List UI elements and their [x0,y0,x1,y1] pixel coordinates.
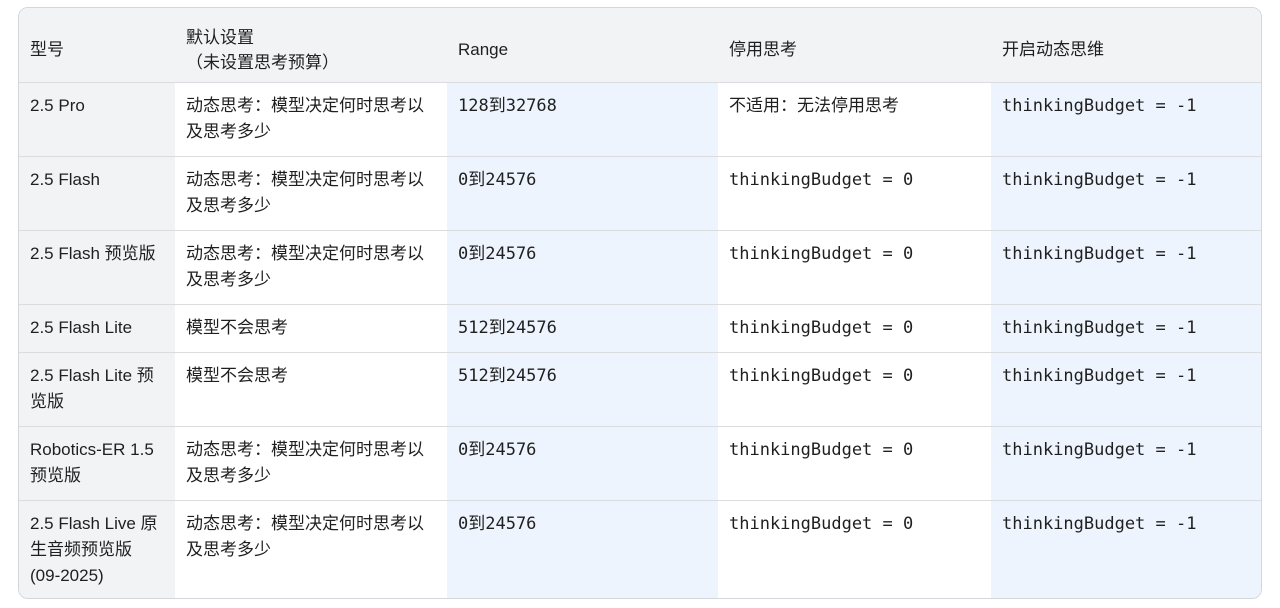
cell-default: 动态思考：模型决定何时思考以及思考多少 [175,499,447,598]
cell-default: 动态思考：模型决定何时思考以及思考多少 [175,229,447,304]
table-row: 2.5 Pro 动态思考：模型决定何时思考以及思考多少 128到32768 不适… [19,81,1261,156]
cell-range: 512到24576 [447,351,718,426]
cell-default: 模型不会思考 [175,303,447,352]
cell-default: 动态思考：模型决定何时思考以及思考多少 [175,155,447,230]
cell-model: 2.5 Flash Live 原生音频预览版 (09-2025) [19,499,175,598]
cell-model: 2.5 Flash Lite 预览版 [19,351,175,426]
table-header-row: 型号 默认设置 （未设置思考预算） Range 停用思考 开启动态思维 [19,8,1261,82]
cell-model: 2.5 Flash [19,155,175,230]
table-row: 2.5 Flash 动态思考：模型决定何时思考以及思考多少 0到24576 th… [19,155,1261,230]
cell-disable: 不适用：无法停用思考 [718,81,991,156]
header-default-line2: （未设置思考预算） [186,52,339,72]
cell-range: 0到24576 [447,155,718,230]
cell-range: 512到24576 [447,303,718,352]
table-row: Robotics-ER 1.5 预览版 动态思考：模型决定何时思考以及思考多少 … [19,425,1261,500]
cell-model: 2.5 Flash 预览版 [19,229,175,304]
table-row: 2.5 Flash Lite 模型不会思考 512到24576 thinking… [19,303,1261,352]
header-model: 型号 [30,40,64,60]
cell-disable: thinkingBudget = 0 [718,229,991,304]
cell-range: 0到24576 [447,425,718,500]
header-default-line1: 默认设置 [186,27,254,47]
cell-disable: thinkingBudget = 0 [718,425,991,500]
cell-range: 0到24576 [447,499,718,598]
cell-model: 2.5 Flash Lite [19,303,175,352]
cell-default: 动态思考：模型决定何时思考以及思考多少 [175,81,447,156]
header-dynamic: 开启动态思维 [1002,40,1104,60]
cell-range: 128到32768 [447,81,718,156]
cell-dynamic: thinkingBudget = -1 [991,499,1261,598]
cell-dynamic: thinkingBudget = -1 [991,229,1261,304]
thinking-budget-table-container: 型号 默认设置 （未设置思考预算） Range 停用思考 开启动态思维 2.5 … [18,7,1262,599]
cell-dynamic: thinkingBudget = -1 [991,425,1261,500]
header-disable: 停用思考 [729,40,797,60]
cell-dynamic: thinkingBudget = -1 [991,303,1261,352]
cell-default: 动态思考：模型决定何时思考以及思考多少 [175,425,447,500]
cell-dynamic: thinkingBudget = -1 [991,351,1261,426]
cell-dynamic: thinkingBudget = -1 [991,155,1261,230]
header-range: Range [458,40,509,60]
cell-model: 2.5 Pro [19,81,175,156]
header-default: 默认设置 （未设置思考预算） [175,8,447,82]
cell-range: 0到24576 [447,229,718,304]
table-row: 2.5 Flash 预览版 动态思考：模型决定何时思考以及思考多少 0到2457… [19,229,1261,304]
thinking-budget-table: 型号 默认设置 （未设置思考预算） Range 停用思考 开启动态思维 2.5 … [19,8,1261,598]
cell-disable: thinkingBudget = 0 [718,351,991,426]
table-row: 2.5 Flash Lite 预览版 模型不会思考 512到24576 thin… [19,351,1261,426]
cell-dynamic: thinkingBudget = -1 [991,81,1261,156]
cell-disable: thinkingBudget = 0 [718,155,991,230]
cell-default: 模型不会思考 [175,351,447,426]
table-row: 2.5 Flash Live 原生音频预览版 (09-2025) 动态思考：模型… [19,499,1261,598]
cell-disable: thinkingBudget = 0 [718,303,991,352]
cell-model: Robotics-ER 1.5 预览版 [19,425,175,500]
cell-disable: thinkingBudget = 0 [718,499,991,598]
